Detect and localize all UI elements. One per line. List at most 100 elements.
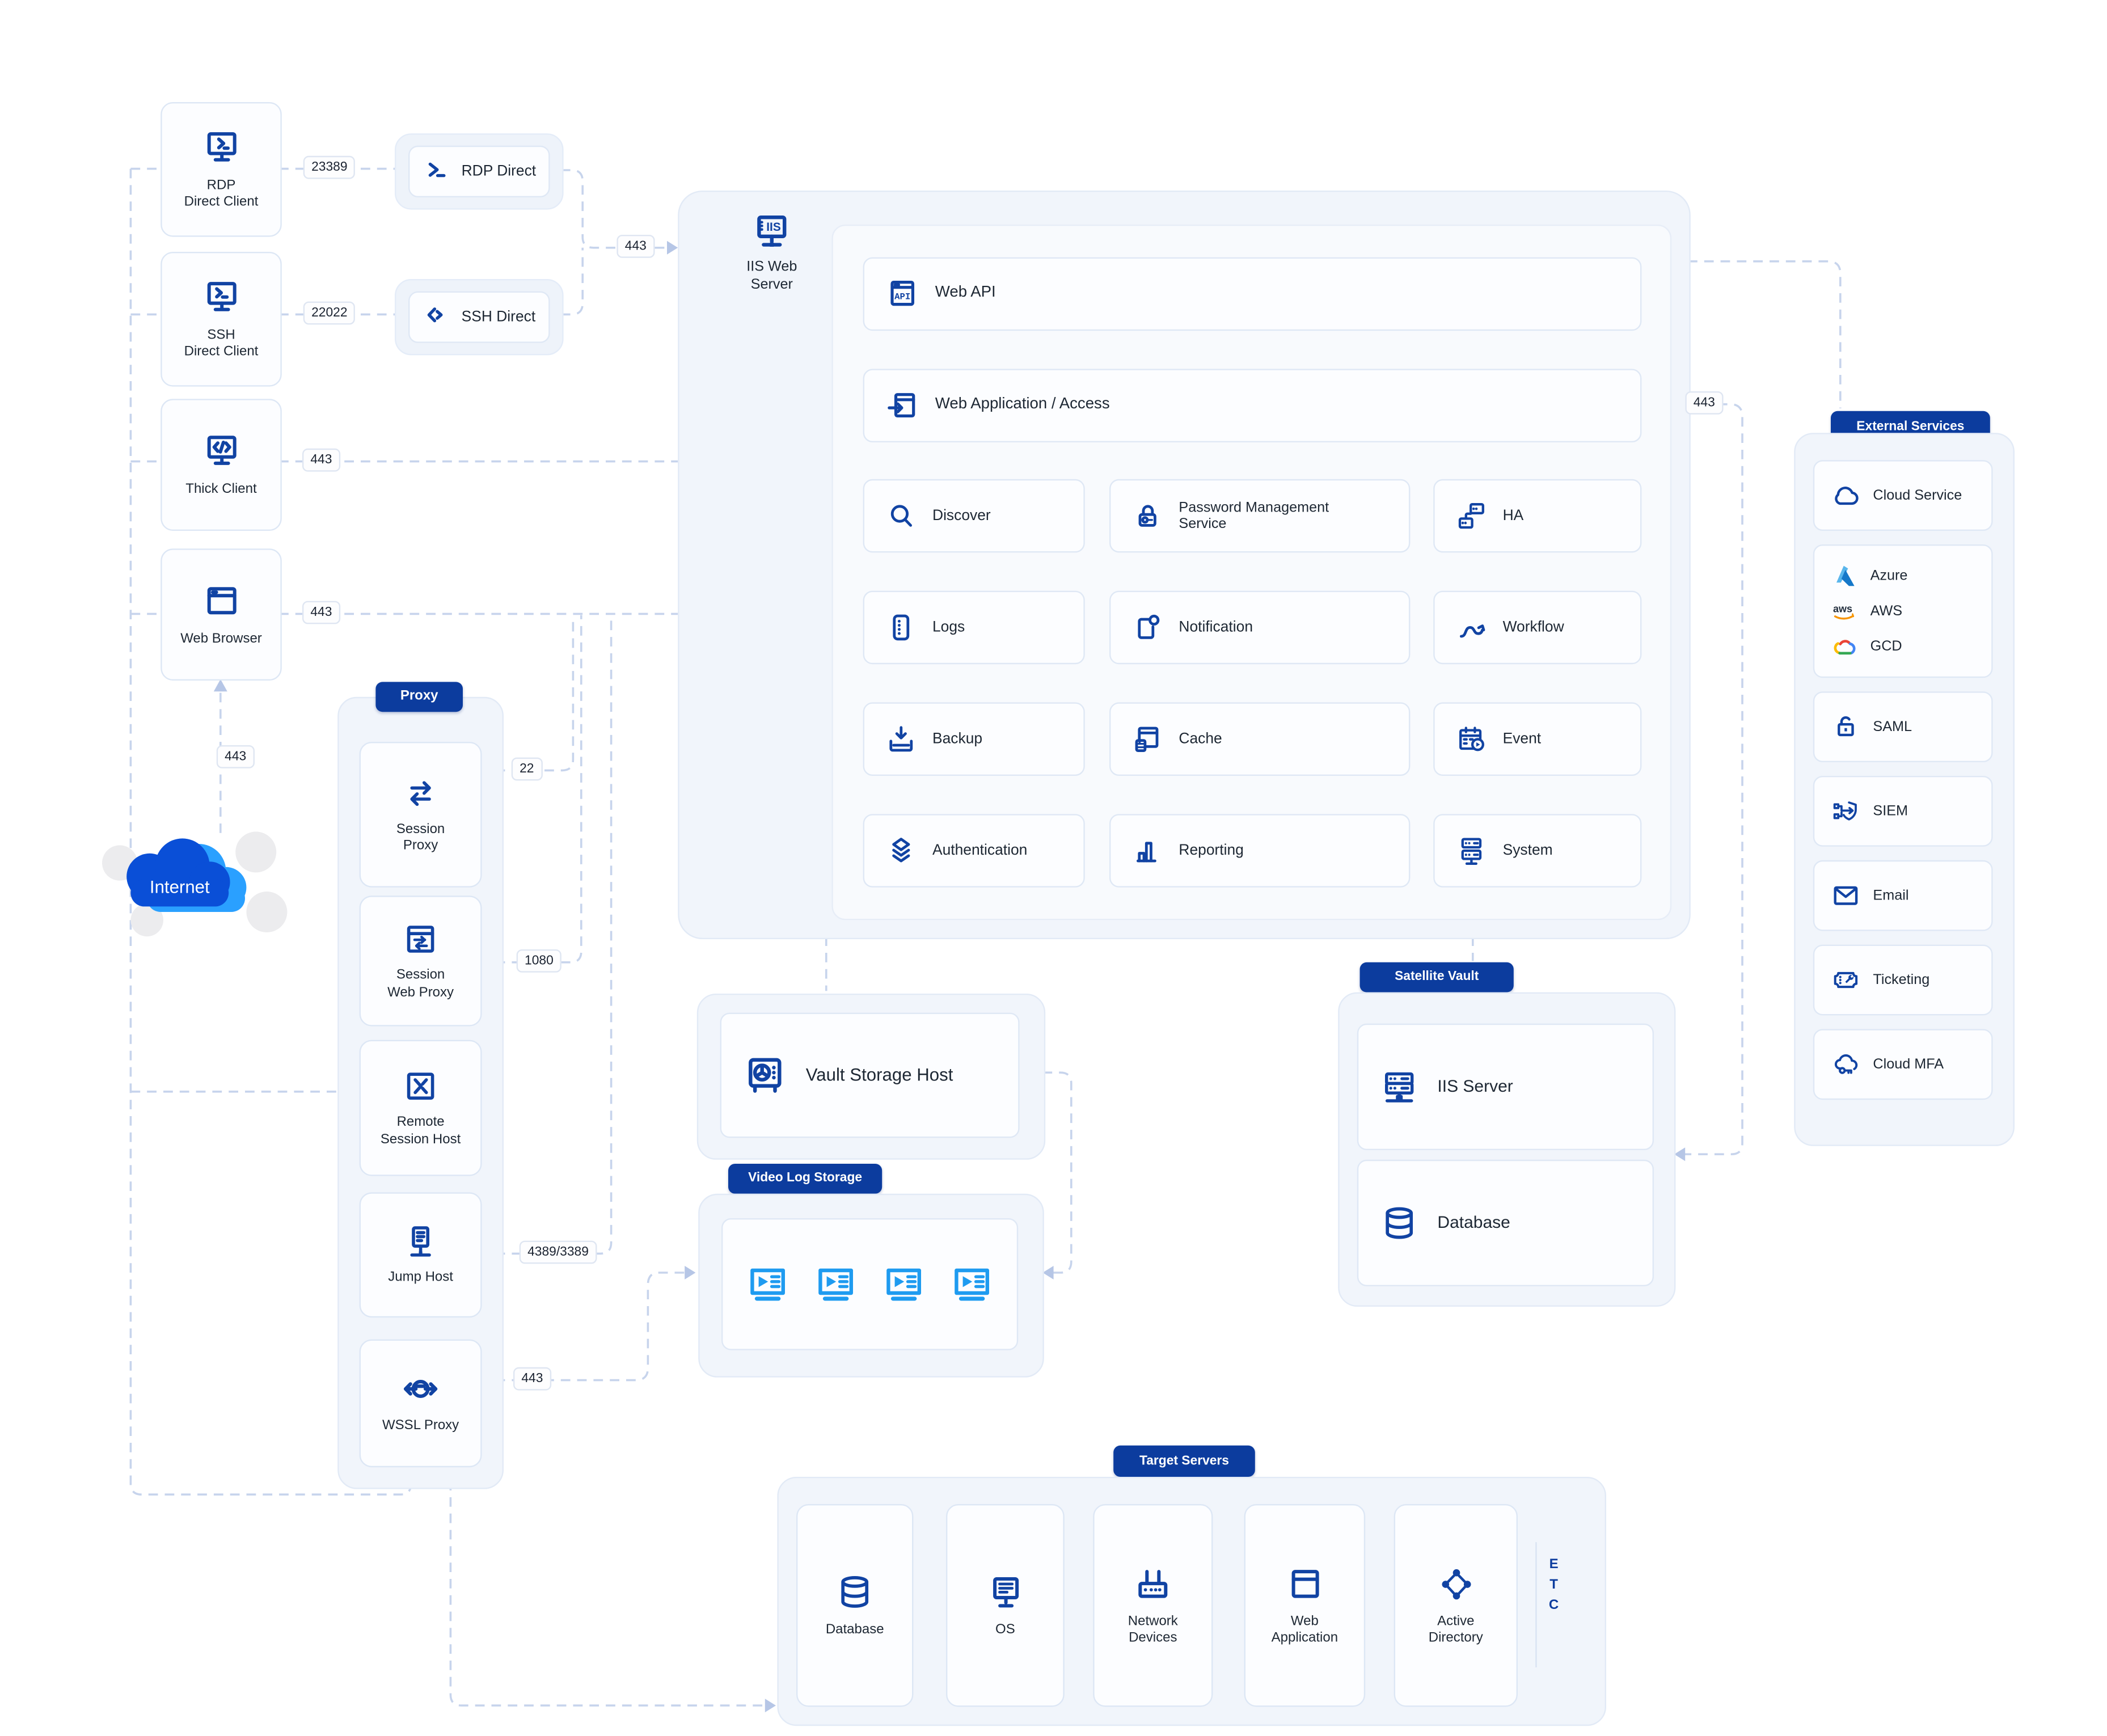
feature-label: Cache [1179, 730, 1222, 747]
provider-gcd: GCD [1831, 633, 1991, 660]
target-etc-label: ETC [1546, 1557, 1561, 1661]
row-label: Web API [935, 285, 996, 303]
node-siem: SIEM [1813, 776, 1993, 847]
node-rdp-direct: RDP Direct [408, 146, 550, 197]
siem-shield-icon [1831, 796, 1861, 826]
notification-icon [1131, 611, 1164, 644]
target-active-directory: Active Directory [1394, 1504, 1518, 1707]
port-label-wssl-443: 443 [513, 1367, 551, 1391]
os-monitor-icon [985, 1572, 1025, 1612]
video-log-icon [949, 1262, 995, 1306]
internet-cloud: Internet [98, 827, 294, 942]
video-log-storage-title: Video Log Storage [728, 1164, 882, 1194]
vault-label: Vault Storage Host [806, 1065, 953, 1085]
satellite-vault-title: Satellite Vault [1360, 962, 1514, 992]
azure-logo [1831, 562, 1858, 589]
node-remote-session-host: Remote Session Host [360, 1040, 482, 1176]
web-access-icon [885, 388, 920, 423]
feature-label: Backup [932, 730, 982, 747]
target-servers-title: Target Servers [1113, 1446, 1255, 1477]
external-item-label: SAML [1873, 719, 1912, 735]
terminal-prompt-icon [423, 158, 450, 185]
video-log-storage-panel [721, 1218, 1018, 1350]
feature-discover: Discover [863, 479, 1085, 553]
feature-label: Reporting [1179, 842, 1243, 859]
row-web-application-access: Web Application / Access [863, 369, 1642, 442]
external-item-label: SIEM [1873, 803, 1908, 820]
provider-label: GCD [1870, 639, 1902, 655]
architecture-diagram: RDP Direct Client SSH Direct Client Thic… [0, 0, 2107, 1735]
proxy-item-label: WSSL Proxy [382, 1418, 459, 1435]
database-icon [834, 1572, 875, 1612]
feature-workflow: Workflow [1433, 591, 1641, 665]
google-cloud-logo [1831, 633, 1858, 660]
node-jump-host: Jump Host [360, 1192, 482, 1317]
feature-label: System [1503, 842, 1553, 859]
password-lock-icon [1131, 500, 1164, 533]
target-os: OS [946, 1504, 1065, 1707]
browser-window-icon [201, 581, 242, 622]
row-web-api: API Web API [863, 257, 1642, 331]
node-saml: SAML [1813, 691, 1993, 762]
target-label: Network Devices [1128, 1613, 1178, 1648]
port-label-4389-3389: 4389/3389 [520, 1241, 597, 1264]
web-api-icon: API [885, 276, 920, 311]
target-label: Database [826, 1622, 884, 1639]
video-log-icon [745, 1262, 791, 1306]
port-label-rdp: 23389 [303, 156, 356, 179]
search-icon [885, 500, 918, 533]
feature-logs: Logs [863, 591, 1085, 665]
feature-label: Password Management Service [1179, 500, 1329, 533]
event-calendar-icon [1455, 723, 1488, 755]
proxy-item-label: Jump Host [388, 1270, 453, 1287]
node-session-proxy: Session Proxy [360, 742, 482, 888]
active-directory-icon [1435, 1563, 1476, 1604]
authentication-layers-icon [885, 834, 918, 867]
external-item-label: Ticketing [1873, 972, 1929, 989]
aws-logo: aws [1831, 598, 1858, 625]
provider-aws: aws AWS [1831, 598, 1991, 625]
wssl-proxy-icon [402, 1371, 440, 1409]
feature-reporting: Reporting [1109, 814, 1410, 888]
svg-text:API: API [894, 292, 910, 302]
ticketing-icon [1831, 965, 1861, 995]
iis-server-rack-icon [1379, 1066, 1420, 1107]
node-session-web-proxy: Session Web Proxy [360, 896, 482, 1026]
target-label: OS [995, 1622, 1015, 1639]
web-app-window-icon [1284, 1563, 1325, 1604]
port-label-1080: 1080 [517, 949, 562, 973]
internet-label: Internet [150, 877, 210, 897]
rdp-client-monitor-icon [201, 127, 242, 168]
backup-icon [885, 723, 918, 755]
feature-password-management: Password Management Service [1109, 479, 1410, 553]
system-servers-icon [1455, 834, 1488, 867]
node-email: Email [1813, 860, 1993, 931]
node-rdp-direct-client: RDP Direct Client [161, 102, 282, 237]
port-label-gateway-443: 443 [617, 235, 655, 258]
client-label: SSH Direct Client [184, 327, 259, 361]
feature-event: Event [1433, 702, 1641, 776]
feature-authentication: Authentication [863, 814, 1085, 888]
port-label-thick-443: 443 [302, 449, 340, 472]
client-label: Web Browser [180, 631, 262, 648]
provider-label: AWS [1870, 603, 1902, 619]
node-ssh-direct-wrap: SSH Direct [395, 279, 564, 355]
node-satellite-database: Database [1357, 1160, 1654, 1286]
cloud-mfa-key-icon [1831, 1049, 1861, 1079]
feature-label: Authentication [932, 842, 1027, 859]
jump-host-server-icon [402, 1223, 440, 1261]
logs-icon [885, 611, 918, 644]
email-envelope-icon [1831, 881, 1861, 911]
target-web-application: Web Application [1244, 1504, 1366, 1707]
workflow-icon [1455, 611, 1488, 644]
database-icon [1379, 1202, 1420, 1243]
feature-ha: HA [1433, 479, 1641, 553]
window-transfer-icon [402, 920, 440, 958]
svg-text:IIS: IIS [766, 221, 781, 234]
external-item-label: Cloud MFA [1873, 1056, 1944, 1072]
ssh-chevrons-icon [423, 303, 450, 331]
cloud-icon [1831, 480, 1861, 510]
proxy-group-title: Proxy [375, 682, 463, 712]
video-log-icon [881, 1262, 927, 1306]
svg-text:aws: aws [1833, 603, 1852, 615]
